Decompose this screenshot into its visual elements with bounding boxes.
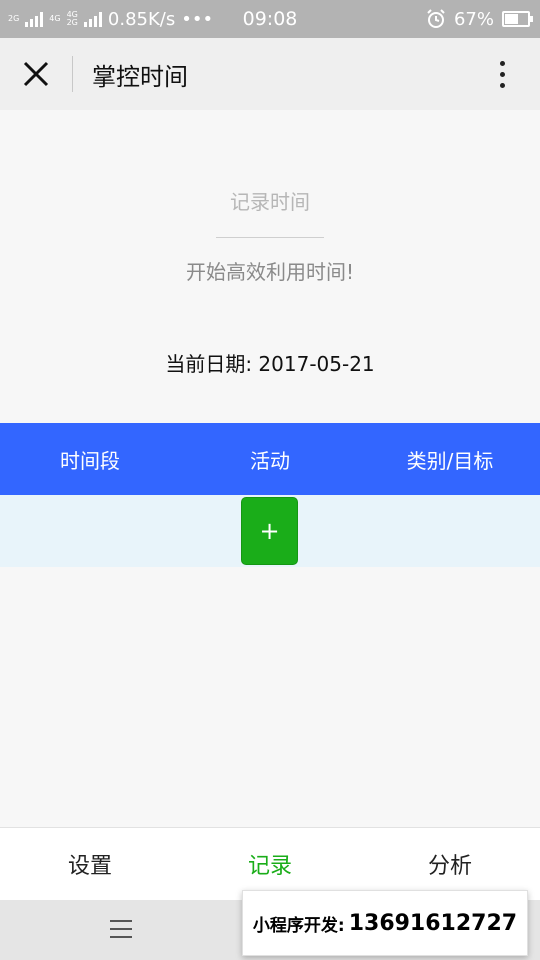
record-title-underline [216, 237, 324, 238]
close-button[interactable] [12, 52, 60, 96]
page-title: 掌控时间 [92, 62, 188, 91]
record-subtitle: 开始高效利用时间! [185, 260, 355, 284]
developer-contact-banner: 小程序开发: 13691612727 [242, 890, 528, 956]
alarm-icon [427, 9, 445, 28]
column-header-category-goal: 类别/目标 [406, 448, 494, 473]
current-date: 当前日期: 2017-05-21 [165, 352, 375, 376]
developer-label: 小程序开发: [252, 915, 345, 936]
title-divider [72, 56, 73, 92]
more-dot-icon [499, 71, 505, 77]
battery-percent: 67% [453, 8, 494, 30]
status-right: 67% [426, 0, 533, 38]
tab-settings[interactable]: 设置 [0, 828, 180, 900]
close-icon [23, 61, 49, 87]
title-bar: 掌控时间 [0, 38, 540, 110]
battery-icon [502, 11, 533, 27]
table-header: 时间段 活动 类别/目标 [0, 423, 540, 495]
developer-phone: 13691612727 [348, 910, 518, 936]
column-header-time-period: 时间段 [60, 448, 120, 473]
battery-fill [505, 14, 519, 24]
status-time: 09:08 [242, 8, 298, 30]
menu-icon[interactable] [110, 920, 132, 938]
more-dot-icon [499, 82, 505, 88]
add-record-button[interactable]: + [241, 497, 298, 565]
column-header-activity: 活动 [250, 448, 290, 473]
more-options-button[interactable] [480, 52, 524, 96]
add-record-row: + [0, 495, 540, 567]
status-bar: 2G 4G 4G 2G 0.85K/s ••• 09:08 67% [0, 0, 540, 38]
record-title: 记录时间 [230, 190, 310, 214]
more-dot-icon [499, 60, 505, 66]
